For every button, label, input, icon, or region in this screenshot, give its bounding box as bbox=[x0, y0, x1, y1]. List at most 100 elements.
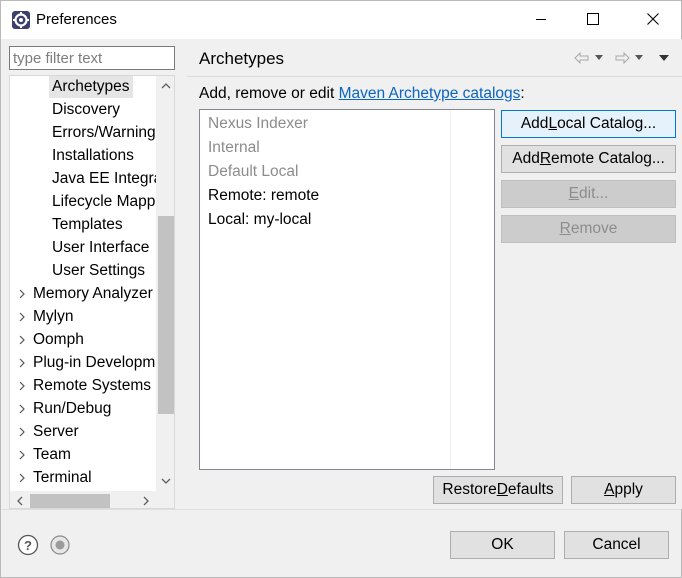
expand-chevron-icon[interactable] bbox=[14, 421, 30, 443]
expand-chevron-icon[interactable] bbox=[14, 352, 30, 374]
minimize-icon bbox=[535, 12, 547, 29]
catalog-item-default-local[interactable]: Default Local bbox=[208, 160, 298, 184]
tree-item-archetypes[interactable]: Archetypes bbox=[49, 76, 133, 98]
footer-separator bbox=[1, 509, 681, 510]
catalog-list[interactable]: Nexus Indexer Internal Default Local Rem… bbox=[199, 109, 495, 470]
expand-chevron-icon[interactable] bbox=[14, 444, 30, 466]
view-menu-icon[interactable] bbox=[657, 47, 671, 69]
preference-tree: Archetypes Discovery Errors/Warnings Ins… bbox=[9, 75, 175, 509]
back-dropdown-icon[interactable] bbox=[593, 47, 605, 69]
tree-item-label: Mylyn bbox=[33, 308, 74, 325]
tree-item-label: Errors/Warnings bbox=[52, 124, 164, 141]
tree-item-label: Server bbox=[33, 423, 79, 440]
button-label-post: ocal Catalog... bbox=[557, 115, 657, 132]
tree-item-label: Installations bbox=[52, 147, 134, 164]
mnemonic-letter: R bbox=[559, 220, 571, 237]
catalog-item-remote[interactable]: Remote: remote bbox=[208, 184, 319, 208]
add-local-catalog-button[interactable]: Add Local Catalog... bbox=[501, 110, 676, 138]
add-remote-catalog-button[interactable]: Add Remote Catalog... bbox=[501, 145, 676, 173]
tree-item-label: User Interface bbox=[52, 239, 150, 256]
tree-item-label: Plug-in Development bbox=[33, 354, 175, 371]
ok-button[interactable]: OK bbox=[450, 531, 555, 559]
mnemonic-letter: E bbox=[568, 185, 580, 202]
window-title: Preferences bbox=[36, 11, 117, 28]
preference-page: Archetypes Add, remove or edit Maven Arc… bbox=[187, 39, 682, 509]
minimize-button[interactable] bbox=[513, 1, 569, 39]
scroll-left-arrow-icon[interactable] bbox=[10, 491, 29, 508]
button-label-post: efaults bbox=[507, 481, 554, 498]
tree-item-user-settings[interactable]: User Settings bbox=[49, 260, 148, 282]
title-bar: Preferences bbox=[1, 1, 681, 39]
tree-item-label: Remote Systems bbox=[33, 377, 152, 394]
cancel-button[interactable]: Cancel bbox=[564, 531, 669, 559]
list-column-divider bbox=[450, 110, 451, 469]
expand-chevron-icon[interactable] bbox=[14, 398, 30, 420]
tree-item-run-debug[interactable]: Run/Debug bbox=[14, 398, 114, 420]
button-label-pre: Add bbox=[512, 150, 540, 167]
page-nav-tools bbox=[571, 47, 681, 69]
restore-defaults-button[interactable]: Restore Defaults bbox=[433, 476, 563, 504]
tree-item-team[interactable]: Team bbox=[14, 444, 74, 466]
mnemonic-letter: A bbox=[604, 481, 615, 498]
maven-archetype-catalogs-link[interactable]: Maven Archetype catalogs bbox=[339, 85, 521, 102]
preferences-window: Preferences Archetypes Discovery Errors bbox=[0, 0, 682, 578]
tree-item-oomph[interactable]: Oomph bbox=[14, 329, 87, 351]
mnemonic-letter: R bbox=[539, 150, 552, 167]
description-text: Add, remove or edit bbox=[199, 85, 339, 102]
close-button[interactable] bbox=[625, 1, 681, 39]
remove-catalog-button[interactable]: Remove bbox=[501, 215, 676, 243]
catalog-item-internal[interactable]: Internal bbox=[208, 136, 260, 160]
filter-input[interactable] bbox=[9, 46, 175, 70]
edit-catalog-button[interactable]: Edit... bbox=[501, 180, 676, 208]
tree-item-user-interface[interactable]: User Interface bbox=[49, 237, 152, 259]
forward-arrow-icon[interactable] bbox=[613, 47, 631, 69]
expand-chevron-icon[interactable] bbox=[14, 283, 30, 305]
catalog-item-nexus-indexer[interactable]: Nexus Indexer bbox=[208, 112, 308, 136]
tree-item-plug-in-development[interactable]: Plug-in Development bbox=[14, 352, 175, 374]
tree-item-server[interactable]: Server bbox=[14, 421, 82, 443]
tree-item-memory-analyzer[interactable]: Memory Analyzer bbox=[14, 283, 156, 305]
button-label-pre: Add bbox=[520, 115, 549, 132]
back-arrow-icon[interactable] bbox=[573, 47, 591, 69]
tree-item-discovery[interactable]: Discovery bbox=[49, 99, 123, 121]
scroll-up-arrow-icon[interactable] bbox=[156, 76, 174, 95]
tree-item-label: Archetypes bbox=[49, 76, 133, 98]
button-label-post: emote Catalog... bbox=[551, 150, 665, 167]
button-label-post: dit... bbox=[579, 185, 609, 202]
tree-item-label: Discovery bbox=[52, 101, 121, 118]
tree-item-mylyn[interactable]: Mylyn bbox=[14, 306, 76, 328]
maximize-button[interactable] bbox=[565, 1, 621, 39]
button-label-pre: Restore bbox=[442, 481, 497, 498]
tree-item-remote-systems[interactable]: Remote Systems bbox=[14, 375, 154, 397]
expand-chevron-icon[interactable] bbox=[14, 467, 30, 489]
oomph-record-icon[interactable] bbox=[49, 534, 71, 556]
apply-button[interactable]: Apply bbox=[571, 476, 676, 504]
vertical-scroll-thumb[interactable] bbox=[158, 216, 174, 414]
mnemonic-letter: L bbox=[548, 115, 558, 132]
tree-item-label: Run/Debug bbox=[33, 400, 112, 417]
tree-item-terminal[interactable]: Terminal bbox=[14, 467, 95, 489]
tree-item-label: User Settings bbox=[52, 262, 146, 279]
expand-chevron-icon[interactable] bbox=[14, 329, 30, 351]
expand-chevron-icon[interactable] bbox=[14, 375, 30, 397]
horizontal-scroll-thumb[interactable] bbox=[30, 494, 110, 508]
tree-item-errors-warnings[interactable]: Errors/Warnings bbox=[49, 122, 166, 144]
scroll-right-arrow-icon[interactable] bbox=[136, 491, 155, 508]
tree-item-installations[interactable]: Installations bbox=[49, 145, 137, 167]
mnemonic-letter: D bbox=[496, 481, 508, 498]
scroll-down-arrow-icon[interactable] bbox=[156, 471, 174, 490]
catalog-item-local[interactable]: Local: my-local bbox=[208, 208, 311, 232]
help-icon[interactable]: ? bbox=[17, 534, 39, 556]
expand-chevron-icon[interactable] bbox=[14, 306, 30, 328]
page-header: Archetypes bbox=[187, 39, 682, 77]
tree-horizontal-scrollbar[interactable] bbox=[10, 491, 156, 508]
tree-item-label: Memory Analyzer bbox=[33, 285, 153, 302]
scrollbar-corner bbox=[156, 491, 174, 508]
description-suffix: : bbox=[520, 85, 525, 102]
tree-item-label: Team bbox=[33, 446, 71, 463]
tree-item-templates[interactable]: Templates bbox=[49, 214, 126, 236]
tree-item-label: Terminal bbox=[33, 469, 92, 486]
page-title: Archetypes bbox=[199, 49, 285, 68]
forward-dropdown-icon[interactable] bbox=[633, 47, 645, 69]
tree-vertical-scrollbar[interactable] bbox=[156, 76, 174, 491]
